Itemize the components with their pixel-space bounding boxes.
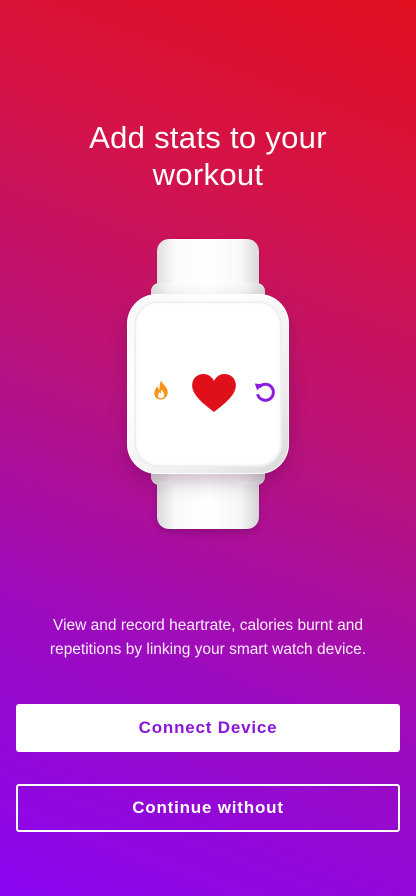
connect-device-button[interactable]: Connect Device	[16, 704, 400, 752]
watch-case	[127, 294, 289, 474]
smartwatch-illustration	[127, 239, 289, 529]
description-text: View and record heartrate, calories burn…	[24, 614, 392, 663]
flame-icon	[154, 380, 168, 400]
description-line-1: View and record heartrate, calories burn…	[53, 616, 363, 634]
title-line-2: workout	[152, 156, 264, 192]
page-title: Add stats to your workout	[0, 119, 416, 193]
continue-without-button[interactable]: Continue without	[16, 784, 400, 832]
description-line-2: repetitions by linking your smart watch …	[49, 641, 367, 658]
watch-screen	[134, 301, 282, 467]
title-line-1: Add stats to your	[89, 119, 327, 155]
heart-icon	[192, 374, 236, 412]
refresh-icon	[254, 382, 275, 402]
